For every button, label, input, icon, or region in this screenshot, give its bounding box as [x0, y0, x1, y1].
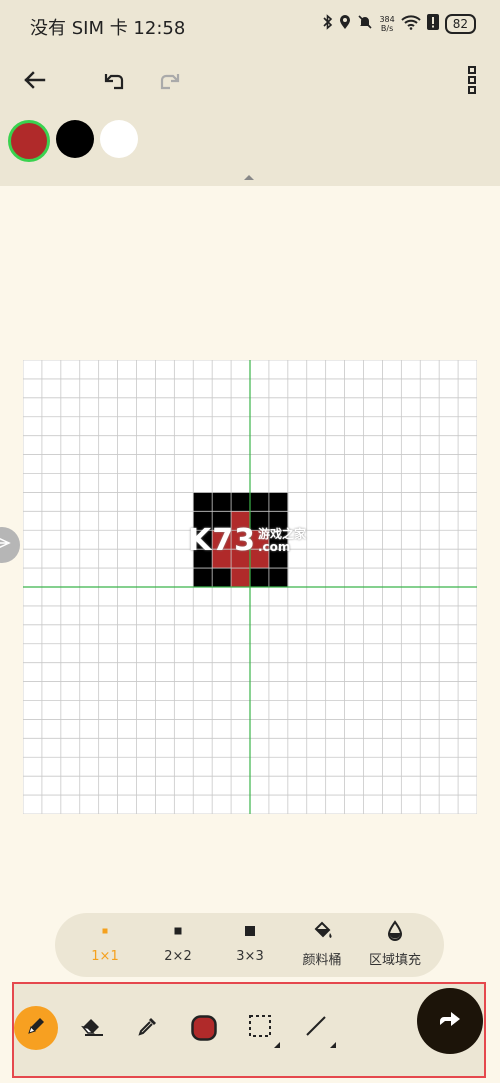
wifi-icon — [401, 14, 421, 34]
pixel — [212, 492, 232, 512]
brush-size-panel: 1×1 2×2 3×3 颜料桶 区域填充 — [55, 913, 444, 977]
pencil-tool[interactable] — [14, 1006, 58, 1050]
line-icon — [304, 1014, 328, 1042]
area-fill-icon — [386, 913, 404, 949]
brush-1x1-icon — [99, 913, 111, 949]
status-carrier-time: 没有 SIM 卡 12:58 — [30, 18, 186, 39]
brush-3x3-icon — [243, 913, 257, 949]
watermark: K73 游戏之家 .com — [188, 523, 306, 558]
mute-bell-icon — [357, 14, 373, 34]
next-button[interactable] — [417, 988, 483, 1054]
eraser-icon — [79, 1014, 105, 1042]
paint-bucket-label: 颜料桶 — [302, 953, 342, 968]
more-options-corner — [274, 1042, 280, 1048]
selection-icon — [248, 1014, 272, 1042]
watermark-sub-top: 游戏之家 — [258, 526, 307, 541]
pixel — [250, 492, 270, 512]
pixel — [193, 568, 213, 588]
status-bar: 没有 SIM 卡 12:58 384 B/s 82 — [0, 0, 500, 50]
brush-1x1-option[interactable]: 1×1 — [70, 913, 140, 977]
brush-2x2-icon — [172, 913, 184, 949]
undo-icon — [102, 69, 126, 95]
paint-bucket-icon — [311, 913, 333, 949]
pixel — [268, 568, 289, 588]
color-swatch[interactable] — [8, 120, 50, 162]
bluetooth-icon — [323, 14, 333, 34]
top-panel: 没有 SIM 卡 12:58 384 B/s 82 — [0, 0, 500, 186]
collapse-panel-arrow[interactable] — [244, 175, 254, 180]
pixel — [212, 568, 232, 588]
pixel — [231, 568, 251, 588]
line-tool[interactable] — [294, 1006, 338, 1050]
selection-tool[interactable] — [238, 1006, 282, 1050]
battery-level: 82 — [444, 14, 476, 34]
pencil-icon — [25, 1015, 47, 1041]
net-speed: 384 B/s — [379, 15, 394, 33]
watermark-sub-bottom: .com — [258, 539, 291, 554]
brush-3x3-option[interactable]: 3×3 — [215, 913, 285, 977]
next-arrow-icon — [437, 1008, 463, 1034]
color-palette — [0, 120, 138, 166]
more-options-corner — [330, 1042, 336, 1048]
watermark-sub: 游戏之家 .com — [258, 526, 307, 554]
editor-toolbar — [0, 60, 500, 104]
area-fill-option[interactable]: 区域填充 — [360, 913, 430, 977]
net-speed-value: 384 — [379, 15, 395, 24]
brush-1x1-label: 1×1 — [91, 949, 119, 964]
net-speed-unit: B/s — [380, 24, 394, 33]
alert-icon — [426, 13, 439, 35]
color-swatch[interactable] — [100, 120, 138, 158]
tools-bar — [12, 982, 486, 1078]
watermark-main: K73 — [188, 523, 256, 558]
color-picker-button[interactable] — [182, 1006, 226, 1050]
eyedropper-icon — [137, 1015, 159, 1041]
pixel-canvas[interactable] — [23, 360, 477, 814]
brush-2x2-label: 2×2 — [164, 949, 192, 964]
pixel — [250, 568, 270, 588]
more-button[interactable] — [452, 60, 492, 104]
brush-3x3-label: 3×3 — [236, 949, 264, 964]
back-button[interactable] — [14, 60, 54, 104]
redo-icon — [158, 69, 182, 95]
eyedropper-tool[interactable] — [126, 1006, 170, 1050]
paint-bucket-option[interactable]: 颜料桶 — [287, 913, 357, 977]
side-panel-handle[interactable] — [0, 527, 20, 563]
pixel — [268, 492, 289, 512]
area-fill-label: 区域填充 — [368, 953, 421, 968]
pixel — [231, 492, 251, 512]
pixel — [193, 492, 213, 512]
color-swatch[interactable] — [56, 120, 94, 158]
status-icons: 384 B/s 82 — [323, 12, 476, 36]
current-color-icon — [191, 1015, 217, 1041]
send-arrow-icon — [0, 534, 11, 556]
redo-button[interactable] — [150, 60, 190, 104]
arrow-left-icon — [22, 70, 46, 94]
more-vertical-icon — [468, 66, 476, 98]
location-icon — [339, 14, 351, 34]
eraser-tool[interactable] — [70, 1006, 114, 1050]
undo-button[interactable] — [94, 60, 134, 104]
brush-2x2-option[interactable]: 2×2 — [143, 913, 213, 977]
